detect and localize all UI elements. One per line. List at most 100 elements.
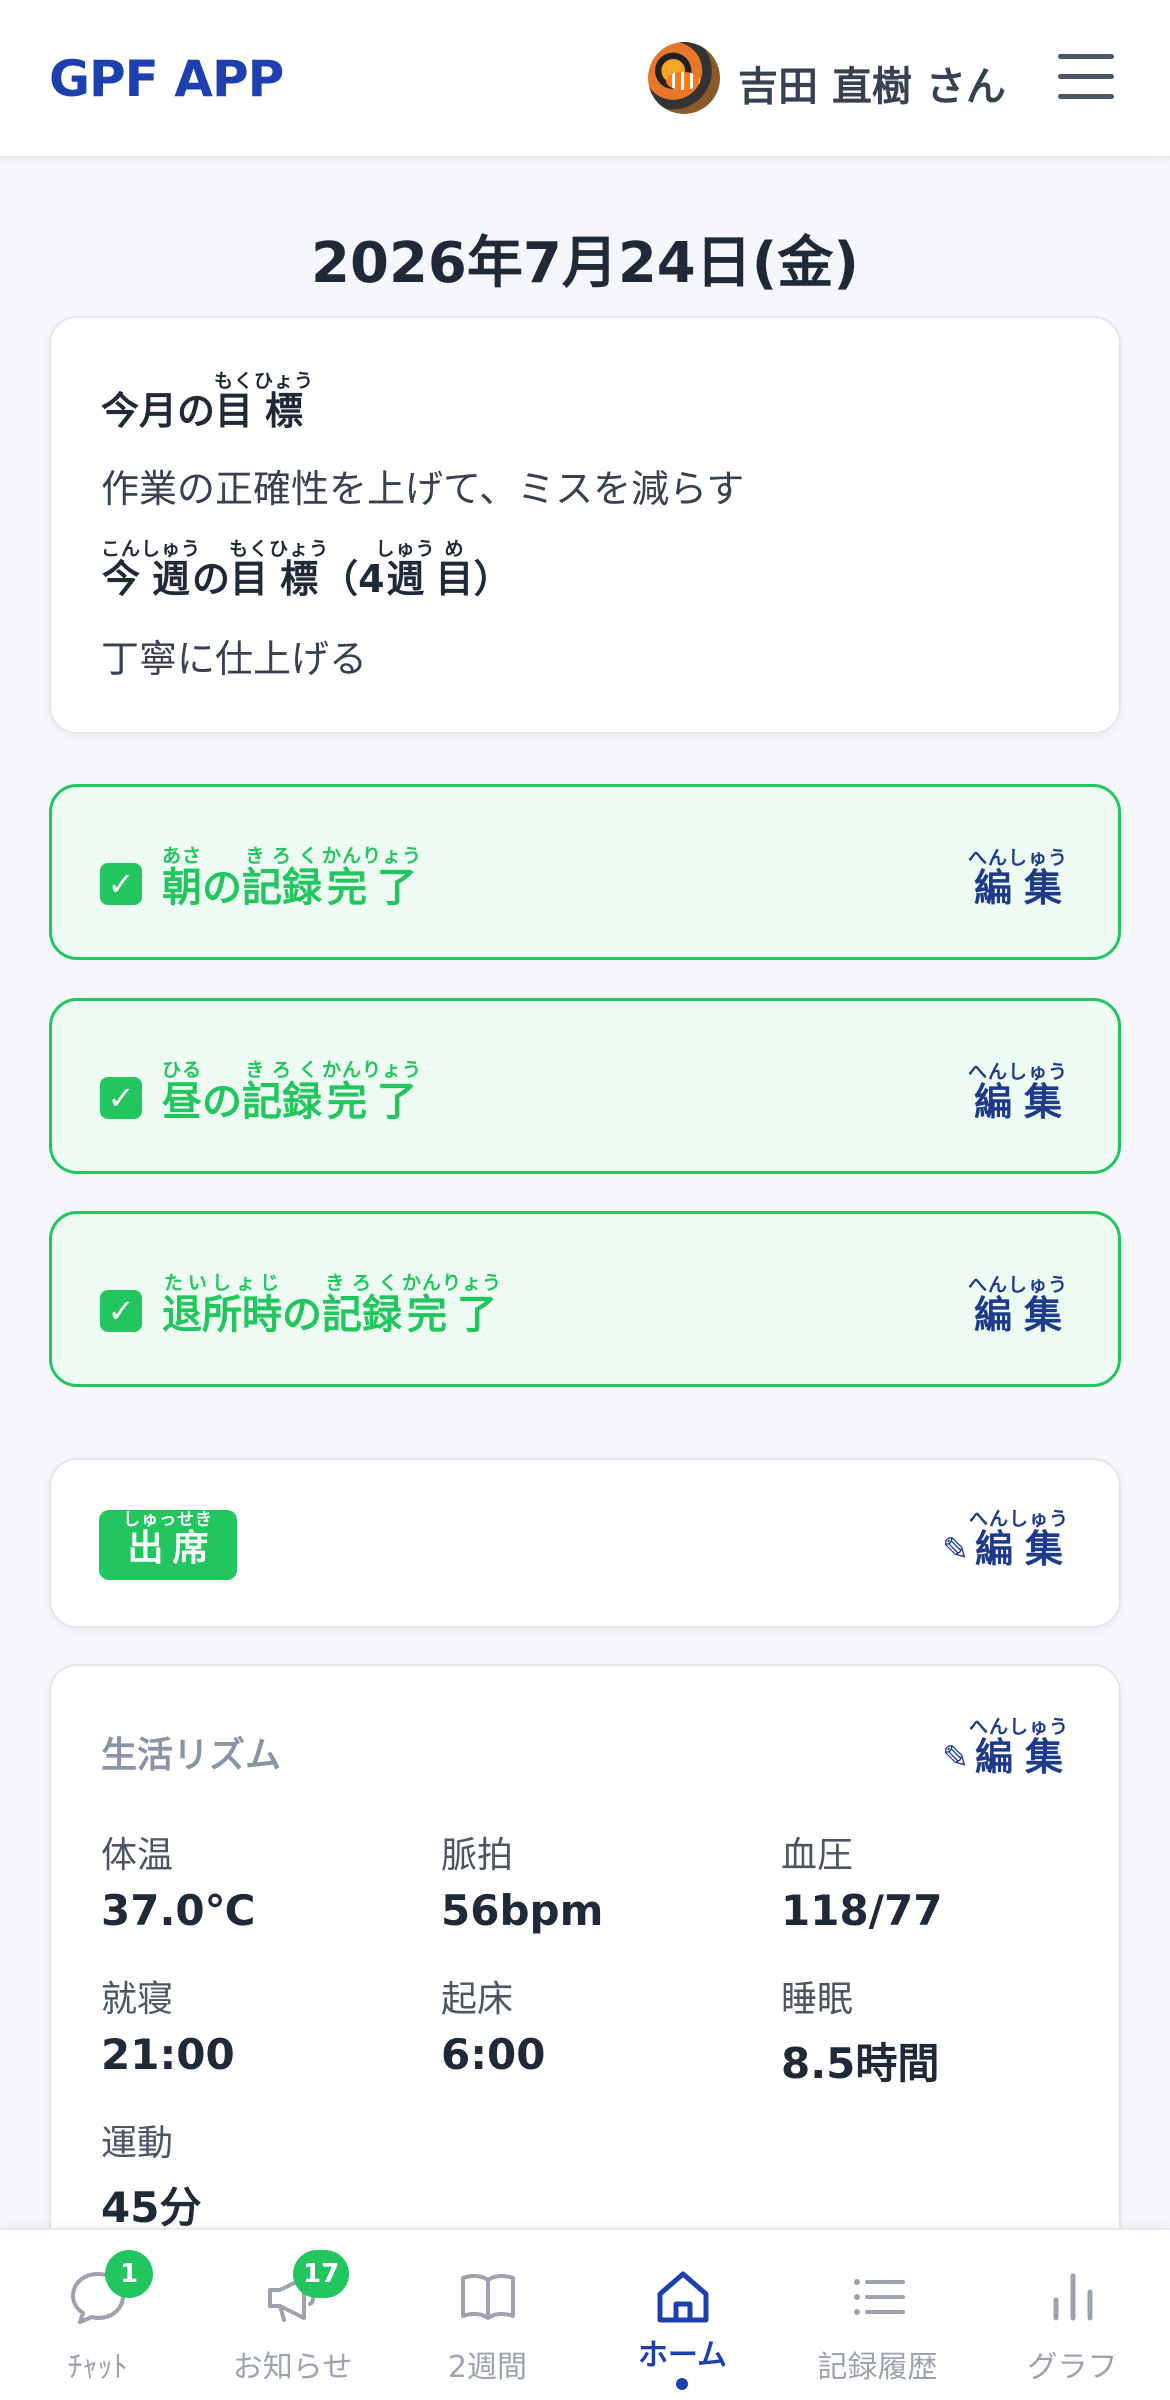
ruby-base: 朝 xyxy=(162,865,202,911)
metric-label: 血圧 xyxy=(781,1835,854,1876)
ruby-reading: きろく xyxy=(242,1059,322,1081)
ruby-base: 目 xyxy=(214,389,255,433)
ruby-reading: もく xyxy=(214,370,255,392)
clownfish-image xyxy=(666,72,700,90)
attendance-edit-button[interactable]: ✎編集へんしゅう xyxy=(942,1508,1069,1573)
ruby-word: 標ひょう xyxy=(269,538,329,601)
ruby-base: 編集 xyxy=(967,866,1068,910)
leaving-record-card[interactable]: ✓ 退所時たいしょじの記録きろく完了かんりょう 編集へんしゅう xyxy=(49,1211,1121,1387)
ruby-base: 完了 xyxy=(322,1079,423,1125)
menu-bar xyxy=(1058,94,1114,99)
ruby-word: 完了かんりょう xyxy=(402,1272,503,1338)
attendance-badge: 出席しゅっせき xyxy=(99,1510,237,1580)
metric-value: 118/77 xyxy=(781,1886,943,1935)
ruby-base: 記録 xyxy=(242,865,322,911)
ruby-word: 朝あさ xyxy=(162,845,202,911)
pencil-icon: ✎ xyxy=(942,1738,969,1776)
record-label-part: の xyxy=(202,865,242,911)
metric-label: 体温 xyxy=(101,1835,174,1876)
menu-bar xyxy=(1058,74,1114,79)
ruby-reading: しゅう xyxy=(375,538,436,560)
nav-label: 記録履歴 xyxy=(817,2350,938,2385)
metric-label: 運動 xyxy=(101,2123,174,2164)
nav-home[interactable]: ホーム xyxy=(585,2230,780,2400)
edit-button[interactable]: 編集へんしゅう xyxy=(968,1061,1068,1126)
open-book-icon xyxy=(461,2273,515,2320)
ruby-word: 編集へんしゅう xyxy=(968,1274,1068,1337)
metric-value: 8.5時間 xyxy=(781,2039,940,2088)
edit-button[interactable]: 編集へんしゅう xyxy=(968,847,1068,912)
ruby-word: 昼ひる xyxy=(162,1059,202,1125)
active-indicator xyxy=(676,2378,688,2390)
goals-card: 今月の目もく標ひょう 作業の正確性を上げて、ミスを減らす 今こん週しゅうの目もく… xyxy=(49,316,1121,734)
ruby-reading: しゅう xyxy=(141,538,202,560)
check-icon: ✓ xyxy=(100,863,142,905)
metric-wake-time: 起床 6:00 xyxy=(441,1970,741,2079)
ruby-word: 記録きろく xyxy=(242,1059,322,1125)
ruby-reading: へんしゅう xyxy=(968,1508,1069,1530)
metric-blood-pressure: 血圧 118/77 xyxy=(781,1826,1081,1935)
ruby-reading: へんしゅう xyxy=(968,1716,1069,1738)
metric-exercise: 運動 45分 xyxy=(101,2114,401,2235)
record-label-part: の xyxy=(282,1292,322,1338)
ruby-base: 編集 xyxy=(967,1080,1068,1124)
ruby-reading: め xyxy=(435,538,474,560)
ruby-base: 完了 xyxy=(402,1292,503,1338)
ruby-reading: へんしゅう xyxy=(967,1061,1068,1083)
app-logo[interactable]: GPF APP xyxy=(49,50,284,108)
chat-badge: 1 xyxy=(105,2250,153,2298)
nav-history[interactable]: 記録履歴 xyxy=(780,2230,975,2400)
ruby-reading: かんりょう xyxy=(322,845,423,867)
ruby-reading: ひょう xyxy=(269,538,330,560)
ruby-word: 完了かんりょう xyxy=(322,845,423,911)
morning-record-card[interactable]: ✓ 朝あさの記録きろく完了かんりょう 編集へんしゅう xyxy=(49,784,1121,960)
monthly-goal-title-part: 今月の xyxy=(101,389,216,433)
nav-two-weeks[interactable]: 2週間 xyxy=(390,2230,585,2400)
user-name: 吉田 直樹 さん xyxy=(738,64,1006,110)
attendance-card: 出席しゅっせき ✎編集へんしゅう xyxy=(49,1458,1121,1628)
hamburger-menu-icon[interactable] xyxy=(1058,54,1114,100)
ruby-base: 週 xyxy=(375,557,436,601)
nav-graph[interactable]: グラフ xyxy=(975,2230,1170,2400)
ruby-base: 完了 xyxy=(322,865,423,911)
pencil-icon: ✎ xyxy=(942,1530,969,1568)
weekly-goal-title: 今こん週しゅうの目もく標ひょう（4週しゅう目め） xyxy=(101,538,512,603)
ruby-word: 出席しゅっせき xyxy=(123,1510,213,1569)
avatar[interactable] xyxy=(648,42,720,114)
edit-button[interactable]: 編集へんしゅう xyxy=(968,1274,1068,1339)
ruby-base: 今 xyxy=(101,557,142,601)
monthly-goal-title: 今月の目もく標ひょう xyxy=(101,370,314,435)
bottom-nav: 1 ﾁｬｯﾄ 17 お知らせ 2週間 ホーム 記録履歴 グラフ xyxy=(0,2228,1170,2400)
ruby-reading: あさ xyxy=(162,845,203,867)
ruby-base: 目 xyxy=(435,557,474,601)
ruby-word: 今こん xyxy=(101,538,142,601)
nav-news[interactable]: 17 お知らせ xyxy=(195,2230,390,2400)
ruby-word: 目め xyxy=(435,538,474,601)
ruby-reading: ひる xyxy=(162,1059,203,1081)
ruby-base: 編集 xyxy=(968,1527,1069,1571)
ruby-reading: しゅっせき xyxy=(123,1510,213,1530)
metric-label: 脈拍 xyxy=(441,1835,514,1876)
ruby-word: 編集へんしゅう xyxy=(969,1508,1069,1571)
ruby-word: 標ひょう xyxy=(254,370,315,433)
ruby-reading: こん xyxy=(101,538,142,560)
app-header: GPF APP 吉田 直樹 さん xyxy=(0,0,1170,158)
metric-label: 就寝 xyxy=(101,1979,174,2020)
metric-bedtime: 就寝 21:00 xyxy=(101,1970,401,2079)
ruby-reading: きろく xyxy=(322,1272,402,1294)
ruby-word: 記録きろく xyxy=(242,845,322,911)
life-rhythm-title: 生活リズム xyxy=(101,1735,282,1776)
nav-chat[interactable]: 1 ﾁｬｯﾄ xyxy=(0,2230,195,2400)
list-icon xyxy=(854,2279,905,2315)
bar-chart-icon xyxy=(1053,2273,1093,2321)
ruby-base: 退所時 xyxy=(162,1292,282,1338)
ruby-base: 昼 xyxy=(162,1079,202,1125)
life-rhythm-edit-button[interactable]: ✎編集へんしゅう xyxy=(942,1716,1069,1781)
ruby-base: 標 xyxy=(254,389,315,433)
noon-record-card[interactable]: ✓ 昼ひるの記録きろく完了かんりょう 編集へんしゅう xyxy=(49,998,1121,1174)
weekly-goal-title-part: ） xyxy=(473,557,512,601)
record-status-label: 昼ひるの記録きろく完了かんりょう xyxy=(162,1059,422,1127)
ruby-word: 週しゅう xyxy=(141,538,201,601)
metric-label: 睡眠 xyxy=(781,1979,854,2020)
metric-value: 6:00 xyxy=(441,2030,546,2079)
